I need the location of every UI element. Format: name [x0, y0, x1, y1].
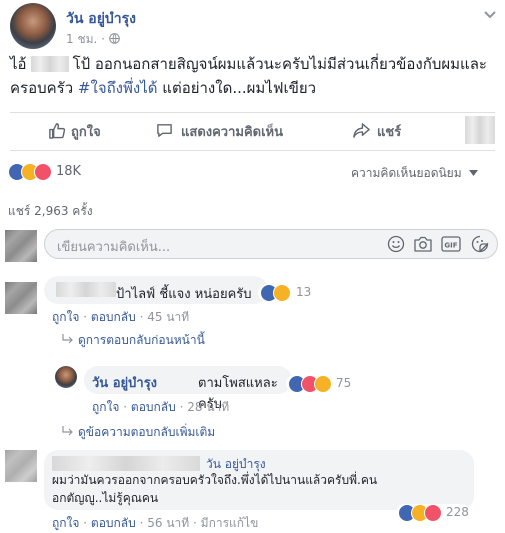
edited-label[interactable]: มีการแก้ไข — [201, 516, 259, 530]
thumbs-up-icon — [49, 123, 65, 139]
reply-author-name[interactable]: วัน อยู่บำรุง — [92, 372, 157, 393]
comment-time[interactable]: 45 นาที — [147, 310, 189, 324]
censored-name — [30, 56, 69, 72]
caret-down-icon — [469, 170, 479, 176]
author-avatar[interactable] — [10, 3, 56, 49]
love-reaction-icon — [424, 504, 442, 522]
sort-comments-dropdown[interactable]: ความคิดเห็นยอดนิยม — [351, 164, 479, 183]
reply-bubble: วัน อยู่บำรุง ตามโพสแหละครับ — [84, 366, 292, 412]
post-text-line-2: ครอบครัว #ใจถึงพึ่งได้ แต่อย่างใด...ผมไฟ… — [10, 79, 317, 97]
svg-text:GIF: GIF — [444, 242, 457, 250]
comment-like-link[interactable]: ถูกใจ — [52, 516, 79, 530]
post-text-line-1: ไอ้ โป้ ออกนอกสายสิญจน์ผมแล้วนะครับไม่มีส… — [10, 55, 487, 73]
censored-page-avatar — [465, 116, 495, 144]
comment-time[interactable]: 56 นาที — [147, 516, 189, 530]
view-more-replies[interactable]: ดูข้อความตอบกลับเพิ่มเติม — [62, 423, 215, 442]
reply-reply-link[interactable]: ตอบกลับ — [131, 400, 176, 414]
comment-actions: ถูกใจ · ตอบกลับ · 56 นาที · มีการแก้ไข — [52, 516, 259, 530]
post-options-chevron-icon[interactable] — [484, 8, 496, 19]
share-button[interactable]: แชร์ — [352, 121, 401, 141]
comment-actions: ถูกใจ · ตอบกลับ · 45 นาที — [52, 310, 190, 324]
reaction-count: 18K — [56, 164, 82, 179]
reply-arrow-icon — [62, 426, 73, 436]
comment-button[interactable]: แสดงความคิดเห็น — [156, 121, 283, 141]
divider — [10, 150, 495, 151]
comment-like-link[interactable]: ถูกใจ — [52, 310, 79, 324]
comment-reactions[interactable]: 228 — [396, 504, 470, 522]
love-reaction-icon — [34, 163, 52, 181]
commenter-avatar — [5, 230, 37, 262]
reaction-summary[interactable]: 18K — [8, 163, 98, 181]
share-count[interactable]: แชร์ 2,963 ครั้ง — [8, 202, 93, 221]
divider — [10, 112, 495, 113]
comment-text-line-1: ผมว่ามันควรออกจากครอบครัวใจถึง.พึ่งได้ไป… — [52, 473, 378, 487]
comment-bubble: ป้าไลฟ์ ชี้แจง หน่อยครับ — [44, 276, 268, 304]
reply-like-link[interactable]: ถูกใจ — [92, 400, 119, 414]
post-author-name[interactable]: วัน อยู่บำรุง — [66, 8, 136, 30]
censored-commenter-name[interactable] — [52, 456, 200, 471]
camera-icon[interactable] — [414, 236, 432, 252]
share-arrow-icon — [353, 123, 370, 138]
sticker-icon[interactable] — [471, 235, 489, 253]
reply-author-avatar[interactable] — [55, 366, 77, 388]
comment-text-line-2: อกตัญญู..ไม่รู้คุณคน — [52, 491, 159, 505]
reply-arrow-icon — [62, 334, 73, 344]
speech-bubble-icon — [157, 124, 172, 137]
reply-reaction-count: 75 — [336, 376, 352, 390]
comment-avatar[interactable] — [5, 450, 37, 482]
comment-text: ป้าไลฟ์ ชี้แจง หน่อยครับ — [116, 287, 252, 302]
separator: · — [101, 32, 105, 46]
comment-reactions[interactable]: 13 — [258, 284, 318, 302]
view-previous-replies[interactable]: ดูการตอบกลับก่อนหน้านี้ — [62, 331, 205, 350]
post-meta: 1 ชม. · — [66, 30, 120, 49]
comment-reply-link[interactable]: ตอบกลับ — [91, 310, 136, 324]
haha-reaction-icon — [273, 284, 291, 302]
comment-input-placeholder: เขียนความคิดเห็น... — [57, 240, 171, 255]
comment-input[interactable]: เขียนความคิดเห็น... GIF — [44, 229, 498, 259]
reply-reactions[interactable]: 75 — [286, 375, 356, 393]
comment-bubble: วัน อยู่บำรุง ผมว่ามันควรออกจากครอบครัวใ… — [44, 450, 474, 510]
reply-actions: ถูกใจ · ตอบกลับ · 28 นาที — [92, 400, 230, 414]
gif-icon[interactable]: GIF — [441, 236, 461, 252]
comment-reaction-count: 13 — [296, 285, 312, 299]
comment-reply-link[interactable]: ตอบกลับ — [91, 516, 136, 530]
censored-commenter-name[interactable] — [56, 282, 116, 297]
emoji-icon[interactable] — [387, 235, 405, 253]
globe-icon — [108, 33, 120, 44]
hashtag-link[interactable]: #ใจถึงพึ่งได้ — [78, 79, 158, 97]
post-time[interactable]: 1 ชม. — [66, 32, 97, 46]
wow-reaction-icon — [314, 375, 332, 393]
post-text: ไอ้ โป้ ออกนอกสายสิญจน์ผมแล้วนะครับไม่มีส… — [10, 52, 500, 100]
like-button[interactable]: ถูกใจ — [48, 121, 101, 141]
reply-time[interactable]: 28 นาที — [187, 400, 229, 414]
comment-avatar[interactable] — [5, 282, 37, 314]
comment-reaction-count: 228 — [446, 505, 469, 519]
